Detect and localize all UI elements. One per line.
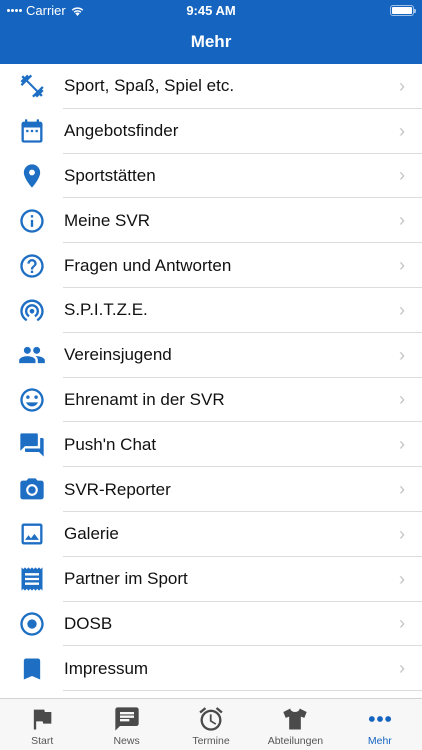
page-title: Mehr: [190, 32, 232, 51]
tab-abteilungen[interactable]: Abteilungen: [253, 699, 337, 750]
menu-item-sportstaetten[interactable]: Sportstätten ›: [0, 153, 422, 199]
menu-item-push-n-chat[interactable]: Push'n Chat ›: [0, 422, 422, 468]
menu-item-ehrenamt[interactable]: Ehrenamt in der SVR ›: [0, 377, 422, 423]
menu-item-label: Meine SVR: [64, 210, 150, 230]
menu-item-label: SVR-Reporter: [64, 479, 171, 499]
chevron-right-icon: ›: [399, 120, 405, 141]
chevron-right-icon: ›: [399, 255, 405, 276]
tab-start[interactable]: Start: [0, 699, 84, 750]
chat-icon: [0, 422, 64, 467]
status-time: 9:45 AM: [186, 3, 236, 18]
tab-label: News: [113, 735, 140, 747]
menu-item-label: Push'n Chat: [64, 434, 157, 454]
menu-item-label: Sport, Spaß, Spiel etc.: [64, 76, 235, 96]
menu-item-label: Ehrenamt in der SVR: [64, 389, 225, 409]
tab-bar: Start News Termine Abteilungen Mehr: [0, 698, 422, 750]
alarm-clock-icon: [199, 707, 223, 731]
menu-item-label: Sportstätten: [64, 165, 156, 185]
chevron-right-icon: ›: [399, 299, 405, 320]
menu-item-vereinsjugend[interactable]: Vereinsjugend ›: [0, 332, 422, 378]
menu-list: Sport, Spaß, Spiel etc. › Angebotsfinder…: [0, 64, 422, 698]
chevron-right-icon: ›: [399, 210, 405, 231]
calendar-icon: [0, 109, 64, 154]
menu-item-sport[interactable]: Sport, Spaß, Spiel etc. ›: [0, 64, 422, 109]
chevron-right-icon: ›: [399, 434, 405, 455]
chevron-right-icon: ›: [399, 165, 405, 186]
news-icon: [114, 707, 139, 731]
tab-label: Termine: [192, 735, 230, 747]
smiley-icon: [0, 378, 64, 423]
chevron-right-icon: ›: [399, 658, 405, 679]
menu-item-label: Impressum: [64, 658, 149, 678]
battery-icon: [390, 5, 416, 16]
target-icon: [0, 602, 64, 647]
menu-item-label: Partner im Sport: [64, 569, 188, 589]
menu-item-galerie[interactable]: Galerie ›: [0, 511, 422, 557]
menu-item-impressum[interactable]: Impressum ›: [0, 646, 422, 692]
chevron-right-icon: ›: [399, 479, 405, 500]
chevron-right-icon: ›: [399, 523, 405, 544]
image-icon: [0, 512, 64, 557]
camera-icon: [0, 467, 64, 512]
chevron-right-icon: ›: [399, 389, 405, 410]
menu-item-label: Galerie: [64, 524, 119, 544]
tab-label: Abteilungen: [267, 735, 324, 747]
tab-label: Start: [31, 735, 54, 747]
menu-item-label: Angebotsfinder: [64, 121, 179, 141]
menu-item-spitze[interactable]: S.P.I.T.Z.E. ›: [0, 287, 422, 333]
dumbbell-icon: [0, 64, 64, 109]
menu-item-dosb[interactable]: DOSB ›: [0, 601, 422, 647]
chevron-right-icon: ›: [399, 613, 405, 634]
chevron-right-icon: ›: [399, 75, 405, 96]
chevron-right-icon: ›: [399, 344, 405, 365]
flag-icon: [34, 709, 52, 730]
location-pin-icon: [0, 154, 64, 199]
menu-item-label: Vereinsjugend: [64, 345, 172, 365]
shirt-icon: [283, 708, 308, 730]
menu-item-label: Fragen und Antworten: [64, 255, 232, 275]
tab-label: Mehr: [367, 735, 392, 747]
menu-item-svr-reporter[interactable]: SVR-Reporter ›: [0, 467, 422, 512]
info-icon: [0, 198, 64, 243]
more-dots-icon: [368, 716, 391, 722]
menu-item-faq[interactable]: Fragen und Antworten ›: [0, 243, 422, 288]
menu-item-meine-svr[interactable]: Meine SVR ›: [0, 198, 422, 244]
broadcast-icon: [0, 288, 64, 333]
tab-mehr[interactable]: Mehr: [338, 699, 422, 750]
menu-item-partner[interactable]: Partner im Sport ›: [0, 556, 422, 602]
chevron-right-icon: ›: [399, 568, 405, 589]
receipt-icon: [0, 557, 64, 602]
menu-item-label: S.P.I.T.Z.E.: [64, 300, 148, 320]
menu-item-label: DOSB: [64, 613, 113, 633]
bookmark-icon: [0, 646, 64, 691]
navigation-bar: Carrier 9:45 AM Mehr: [0, 0, 422, 64]
help-icon: [0, 243, 64, 288]
tab-termine[interactable]: Termine: [169, 699, 253, 750]
people-icon: [0, 333, 64, 378]
status-bar: Carrier 9:45 AM: [0, 0, 422, 22]
menu-item-angebotsfinder[interactable]: Angebotsfinder ›: [0, 108, 422, 154]
tab-news[interactable]: News: [84, 699, 168, 750]
